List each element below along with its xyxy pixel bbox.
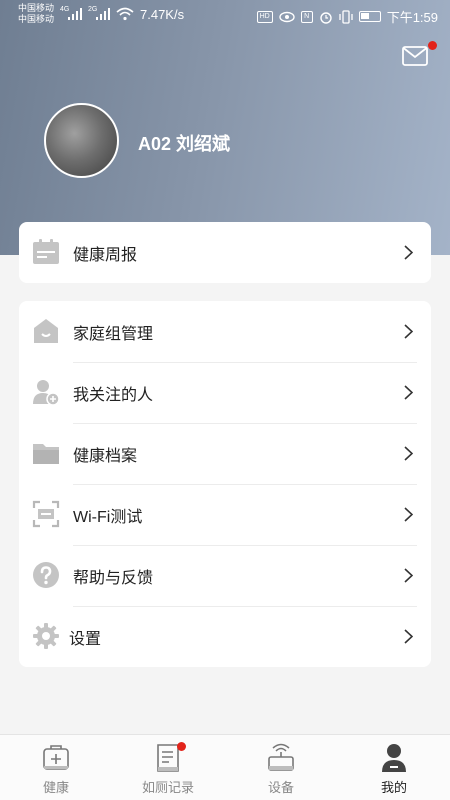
chevron-right-icon — [404, 245, 413, 260]
signal-icon-2 — [96, 8, 110, 20]
menu-card: 家庭组管理 我关注的人 健康档案 Wi-Fi测试 帮助与反馈 设置 — [19, 301, 431, 667]
menu-item-wifi-test[interactable]: Wi-Fi测试 — [19, 484, 431, 545]
help-icon — [33, 562, 59, 588]
bottom-tab-bar: 健康 如厕记录 设备 我的 — [0, 734, 450, 800]
chevron-right-icon — [404, 568, 413, 583]
carrier-info: 中国移动 中国移动 — [18, 3, 54, 25]
menu-item-label: 健康周报 — [73, 246, 138, 264]
chevron-right-icon — [404, 385, 413, 400]
chevron-right-icon — [404, 629, 413, 644]
chevron-right-icon — [404, 507, 413, 522]
mail-unread-badge — [428, 41, 437, 50]
eye-icon — [278, 11, 295, 22]
tab-label: 如厕记录 — [141, 780, 194, 795]
wifi-icon — [116, 7, 134, 21]
record-badge — [177, 742, 186, 751]
report-icon — [33, 239, 59, 264]
tab-mine[interactable]: 我的 — [338, 735, 450, 800]
gear-icon — [33, 623, 59, 649]
weekly-report-card: 健康周报 — [19, 222, 431, 283]
person-icon — [382, 744, 406, 772]
mail-icon[interactable] — [402, 46, 428, 66]
device-icon — [268, 743, 294, 771]
tab-label: 健康 — [42, 780, 69, 795]
folder-icon — [33, 444, 59, 464]
avatar[interactable] — [44, 103, 119, 178]
menu-item-label: Wi-Fi测试 — [73, 508, 143, 526]
status-right: HD N 下午1:59 — [256, 7, 438, 26]
tab-label: 设备 — [267, 780, 294, 795]
battery-icon — [358, 11, 381, 22]
chevron-right-icon — [404, 324, 413, 339]
network-speed: 7.47K/s — [140, 7, 185, 22]
carrier-1: 中国移动 — [18, 3, 55, 13]
carrier-2: 中国移动 — [18, 14, 55, 24]
chevron-right-icon — [404, 446, 413, 461]
tab-devices[interactable]: 设备 — [225, 735, 337, 800]
signal-icon — [68, 8, 82, 20]
nfc-icon: N — [300, 10, 313, 23]
menu-item-label: 健康档案 — [73, 447, 138, 465]
user-name: A02 刘绍斌 — [138, 134, 231, 154]
hd-icon: HD — [256, 10, 273, 23]
menu-item-followed-people[interactable]: 我关注的人 — [19, 362, 431, 423]
menu-item-label: 家庭组管理 — [73, 325, 154, 343]
menu-item-label: 我关注的人 — [73, 386, 154, 404]
vibrate-icon — [339, 9, 353, 24]
menu-item-help-feedback[interactable]: 帮助与反馈 — [19, 545, 431, 606]
menu-item-family-group[interactable]: 家庭组管理 — [19, 301, 431, 362]
scan-icon — [32, 500, 60, 528]
tab-label: 我的 — [380, 780, 407, 795]
menu-item-weekly-report[interactable]: 健康周报 — [19, 222, 431, 283]
tab-toilet-records[interactable]: 如厕记录 — [112, 735, 224, 800]
menu-item-settings[interactable]: 设置 — [19, 606, 431, 667]
alarm-icon — [319, 11, 332, 24]
status-bar: 中国移动 中国移动 4G 2G 7.47K/s HD N 下午1:59 — [0, 0, 450, 32]
home-icon — [34, 319, 58, 343]
medical-box-icon — [43, 745, 69, 770]
menu-item-health-records[interactable]: 健康档案 — [19, 423, 431, 484]
status-time: 下午1:59 — [386, 10, 438, 25]
profile-header: 中国移动 中国移动 4G 2G 7.47K/s HD N 下午1:59 A02 … — [0, 0, 450, 255]
add-user-icon — [33, 380, 60, 406]
menu-item-label: 设置 — [69, 630, 102, 648]
menu-item-label: 帮助与反馈 — [73, 569, 154, 587]
tab-health[interactable]: 健康 — [0, 735, 112, 800]
